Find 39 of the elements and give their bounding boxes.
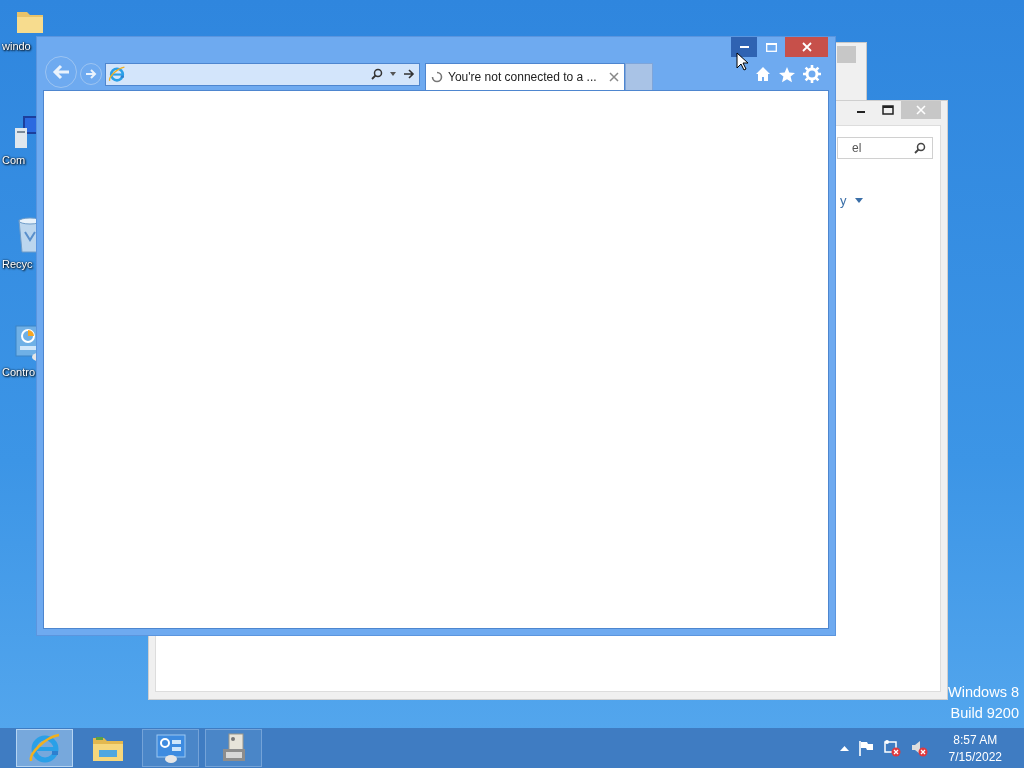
settings-icon[interactable] — [803, 65, 821, 83]
watermark-text: Build 9200 — [950, 705, 1019, 721]
taskbar-button[interactable] — [142, 729, 199, 767]
right-arrow-icon — [85, 69, 97, 79]
up-arrow-icon[interactable] — [839, 745, 849, 751]
close-icon — [916, 105, 926, 115]
maximize-icon — [765, 42, 777, 52]
caret-icon — [854, 198, 863, 203]
star-icon[interactable] — [778, 65, 796, 83]
clock[interactable]: 8:57 AM 7/15/2022 — [948, 732, 1002, 764]
caret-icon[interactable] — [390, 72, 396, 76]
home-icon[interactable] — [755, 66, 771, 82]
icon-label[interactable]: Recyc — [2, 258, 33, 270]
search-icon — [914, 142, 926, 154]
flag-icon[interactable] — [857, 740, 874, 756]
browser-tab[interactable]: You're not connected to a ... — [425, 63, 625, 90]
close-button[interactable] — [785, 37, 828, 57]
speaker-muted-icon[interactable] — [909, 739, 928, 757]
go-arrow-icon[interactable] — [403, 69, 415, 79]
icon-label[interactable]: Contro — [2, 366, 36, 378]
taskbar-button[interactable] — [205, 729, 262, 767]
minimize-icon — [739, 46, 749, 48]
search-icon[interactable] — [371, 68, 383, 80]
search-field[interactable]: el — [837, 137, 933, 159]
icon-label[interactable]: windo — [2, 40, 31, 52]
view-by-dropdown[interactable]: y — [840, 193, 863, 208]
watermark-text: Windows 8 — [948, 684, 1019, 700]
browser-icon — [108, 65, 126, 83]
left-arrow-icon — [52, 64, 70, 80]
maximize-icon — [881, 105, 894, 115]
browser-icon — [27, 731, 62, 765]
close-icon[interactable] — [609, 72, 619, 82]
control-panel-icon — [153, 732, 188, 764]
taskbar-button[interactable] — [16, 729, 73, 767]
mouse-pointer-icon — [736, 52, 749, 71]
icon-label[interactable]: Com — [2, 154, 26, 166]
network-error-icon[interactable] — [882, 739, 901, 757]
minimize-button[interactable] — [731, 37, 757, 57]
close-icon — [801, 42, 812, 52]
